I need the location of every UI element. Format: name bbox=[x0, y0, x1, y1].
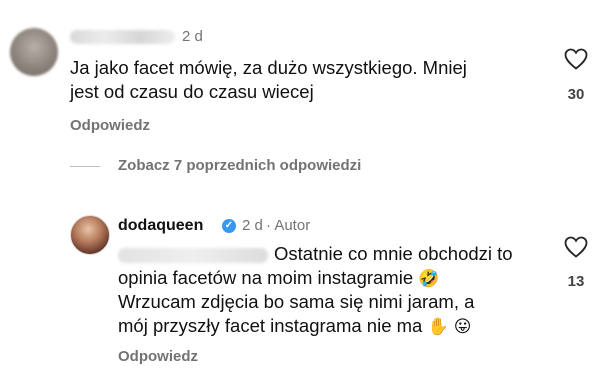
comment-time: 2 d bbox=[182, 28, 203, 45]
comment-text-line: opinia facetów na moim instagramie 🤣 bbox=[118, 266, 439, 291]
comment-text-line: Ostatnie co mnie obchodzi to bbox=[118, 242, 513, 266]
view-previous-replies-button[interactable]: Zobacz 7 poprzednich odpowiedzi bbox=[118, 157, 361, 174]
comment-time: 2 d bbox=[242, 217, 263, 234]
username[interactable]: dodaqueen bbox=[118, 217, 203, 235]
heart-icon[interactable] bbox=[564, 48, 588, 70]
reply-button[interactable]: Odpowiedz bbox=[70, 117, 150, 134]
avatar[interactable] bbox=[10, 28, 58, 76]
reply-button[interactable]: Odpowiedz bbox=[118, 348, 198, 365]
laughing-emoji-icon: 🤣 bbox=[418, 269, 440, 289]
verified-badge-icon: ✓ bbox=[222, 219, 236, 233]
heart-icon[interactable] bbox=[564, 236, 588, 258]
blurred-mention[interactable] bbox=[118, 247, 268, 263]
blurred-username[interactable] bbox=[70, 30, 175, 44]
comment-text: mój przyszły facet instagrama nie ma bbox=[118, 315, 423, 336]
thread-divider bbox=[70, 166, 100, 167]
comment-text-line: jest od czasu do czasu wiecej bbox=[70, 81, 314, 102]
avatar[interactable] bbox=[70, 215, 110, 255]
author-label: · Autor bbox=[266, 217, 311, 234]
like-count: 13 bbox=[567, 273, 585, 290]
comment-text: Ostatnie co mnie obchodzi to bbox=[274, 243, 513, 264]
comment-text-line: mój przyszły facet instagrama nie ma ✋ 😛 bbox=[118, 314, 472, 339]
tongue-emoji-icon: 😛 bbox=[453, 317, 472, 337]
like-count: 30 bbox=[567, 86, 585, 103]
comment-text-line: Wrzucam zdjęcia bo sama się nimi jaram, … bbox=[118, 291, 475, 312]
comment-text-line: Ja jako facet mówię, za dużo wszystkiego… bbox=[70, 57, 467, 78]
raised-hand-emoji-icon: ✋ bbox=[427, 317, 449, 337]
comment-text: opinia facetów na moim instagramie bbox=[118, 267, 414, 288]
